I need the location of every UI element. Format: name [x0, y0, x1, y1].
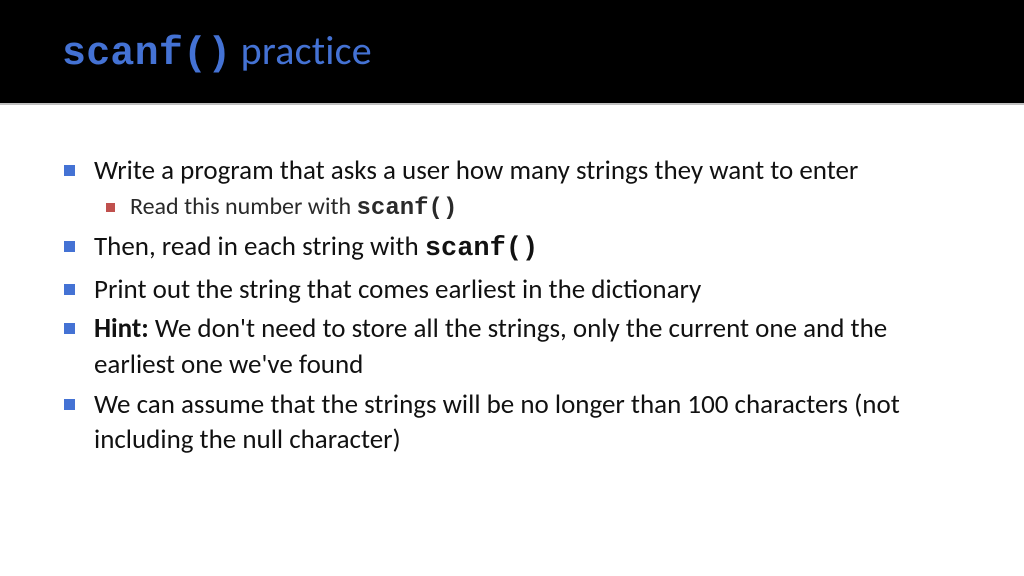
title-rest: practice — [231, 26, 371, 75]
code-inline: scanf() — [425, 234, 538, 264]
bullet-item: We can assume that the strings will be n… — [62, 387, 962, 458]
title-code: scanf() — [62, 32, 231, 77]
bullet-item: Hint: We don't need to store all the str… — [62, 311, 962, 382]
bullet-text: Write a program that asks a user how man… — [94, 154, 858, 187]
bullet-text: Then, read in each string with — [94, 230, 425, 263]
bullet-text: Print out the string that comes earliest… — [94, 273, 701, 306]
slide-title: scanf() practice — [62, 26, 1024, 77]
slide-body: Write a program that asks a user how man… — [0, 105, 1024, 576]
bullet-item: Write a program that asks a user how man… — [62, 153, 962, 225]
hint-label: Hint: — [94, 312, 149, 345]
bullet-item: Print out the string that comes earliest… — [62, 272, 962, 308]
bullet-list: Write a program that asks a user how man… — [62, 153, 962, 458]
sub-bullet-list: Read this number with scanf() — [94, 191, 962, 225]
bullet-item: Then, read in each string with scanf() — [62, 229, 962, 268]
slide: scanf() practice Write a program that as… — [0, 0, 1024, 576]
code-inline: scanf() — [357, 195, 458, 222]
bullet-text: We can assume that the strings will be n… — [94, 388, 900, 457]
sub-bullet-item: Read this number with scanf() — [94, 191, 962, 225]
title-bar: scanf() practice — [0, 0, 1024, 105]
bullet-text: We don't need to store all the strings, … — [94, 312, 887, 381]
sub-bullet-text: Read this number with — [130, 192, 357, 221]
